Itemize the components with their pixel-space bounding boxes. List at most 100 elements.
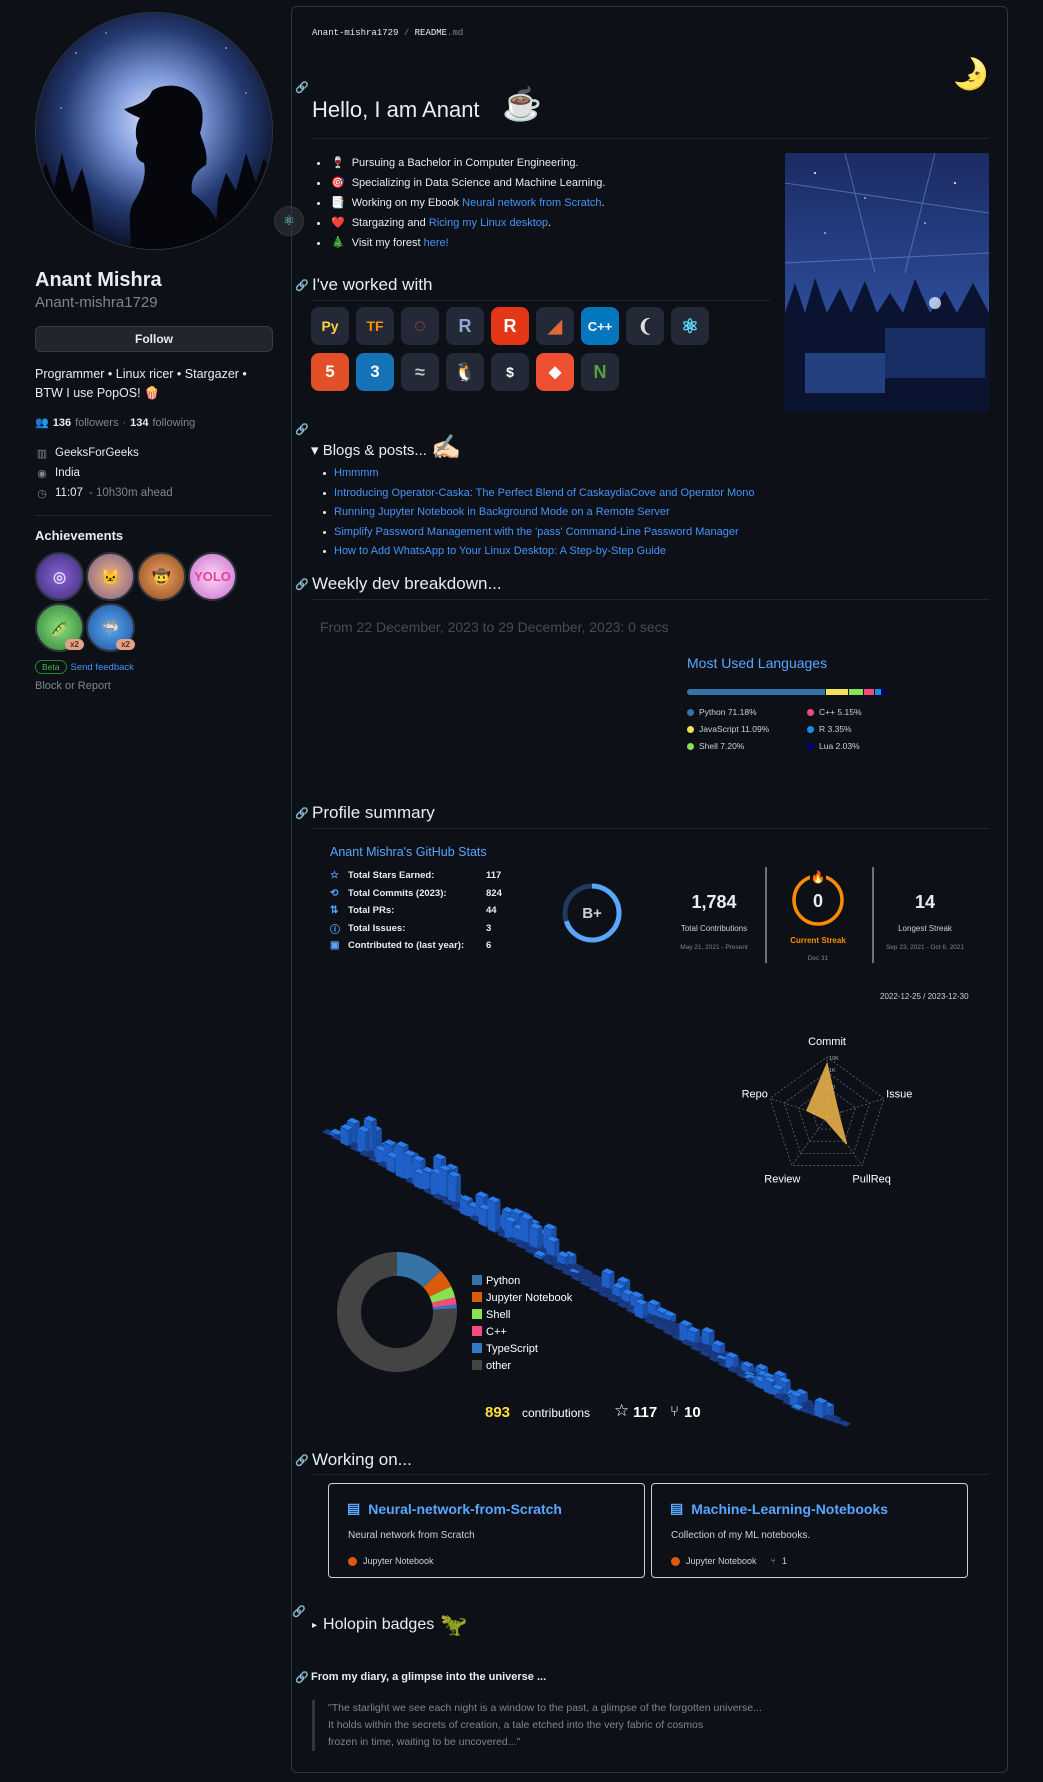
skyline-bar-side bbox=[487, 1199, 496, 1233]
anchor-link-icon[interactable]: 🔗 bbox=[295, 279, 309, 292]
language-legend-item: C++ 5.15% bbox=[807, 707, 907, 717]
bullet-emoji: ❤️ bbox=[331, 217, 345, 229]
writing-hand-icon: ✍🏻 bbox=[431, 434, 461, 461]
diary-title: From my diary, a glimpse into the univer… bbox=[311, 1671, 547, 1683]
stat-row: ⟲ Total Commits (2023): 824 bbox=[330, 887, 502, 899]
repo-card[interactable]: ▤ Neural-network-from-Scratch Neural netw… bbox=[328, 1483, 645, 1578]
repo-card[interactable]: ▤ Machine-Learning-Notebooks Collection o… bbox=[651, 1483, 968, 1578]
forest-link[interactable]: here! bbox=[424, 237, 449, 249]
donut-legend-swatch bbox=[472, 1326, 482, 1336]
donut-legend-label: other bbox=[486, 1360, 511, 1372]
mysql-icon[interactable]: ≈ bbox=[401, 353, 439, 391]
following-count[interactable]: 134 bbox=[130, 417, 148, 429]
bullet-emoji: 🎯 bbox=[331, 177, 345, 189]
git-icon[interactable]: ◆ bbox=[536, 353, 574, 391]
anchor-link-icon[interactable]: 🔗 bbox=[295, 807, 309, 820]
terminal-icon[interactable]: $ bbox=[491, 353, 529, 391]
anchor-link-icon[interactable]: 🔗 bbox=[295, 81, 309, 94]
language-bar-segment bbox=[687, 689, 826, 695]
avatar[interactable] bbox=[35, 12, 273, 250]
readme-title: Hello, I am Anant bbox=[312, 97, 480, 122]
rust-icon[interactable]: R bbox=[491, 307, 529, 345]
blog-link[interactable]: How to Add WhatsApp to Your Linux Deskto… bbox=[334, 542, 666, 562]
blogs-summary-toggle[interactable]: ▾ Blogs & posts... ✍🏻 bbox=[311, 433, 461, 462]
anchor-link-icon[interactable]: 🔗 bbox=[292, 1605, 306, 1618]
list-item: ❤️ Stargazing and Ricing my Linux desktop… bbox=[317, 213, 605, 233]
html5-icon[interactable]: 5 bbox=[311, 353, 349, 391]
separator: · bbox=[122, 416, 127, 429]
neovim-icon[interactable]: N bbox=[581, 353, 619, 391]
achievements-title[interactable]: Achievements bbox=[35, 528, 273, 543]
bio-line: Programmer • Linux ricer • Stargazer • bbox=[35, 367, 247, 381]
achievement-quickdraw[interactable]: 🤠 bbox=[137, 552, 186, 601]
following-label[interactable]: following bbox=[153, 417, 196, 429]
time-offset: - 10h30m ahead bbox=[88, 487, 173, 499]
anchor-link-icon[interactable]: 🔗 bbox=[295, 578, 309, 591]
skyline-range: 2022-12-25 / 2023-12-30 bbox=[880, 992, 969, 1001]
skyline-bar-side bbox=[395, 1144, 404, 1179]
bullet-emoji: 🍷 bbox=[331, 157, 345, 169]
bash-shell-icon[interactable]: ❨ bbox=[626, 307, 664, 345]
achievement-yolo[interactable]: YOLO bbox=[188, 552, 237, 601]
blog-link[interactable]: Introducing Operator-Caska: The Perfect … bbox=[334, 484, 754, 504]
total-contributions-label: Total Contributions bbox=[681, 924, 747, 933]
send-feedback-link[interactable]: Send feedback bbox=[71, 662, 134, 673]
location: India bbox=[55, 467, 80, 479]
cpp-icon[interactable]: C++ bbox=[581, 307, 619, 345]
rank-grade: B+ bbox=[582, 905, 602, 922]
quote-line: It holds within the secrets of creation,… bbox=[328, 1719, 704, 1731]
bullet-text: Stargazing and Ricing my Linux desktop. bbox=[351, 217, 552, 229]
python-icon[interactable]: Py bbox=[311, 307, 349, 345]
longest-streak-range: Sep 23, 2021 - Oct 6, 2021 bbox=[886, 944, 964, 951]
blog-link[interactable]: Simplify Password Management with the 'p… bbox=[334, 523, 739, 543]
anchor-link-icon[interactable]: 🔗 bbox=[295, 1454, 309, 1467]
language-bar-segment bbox=[826, 689, 848, 695]
css3-icon[interactable]: 3 bbox=[356, 353, 394, 391]
rank-ring: B+ bbox=[562, 883, 622, 943]
react-icon[interactable]: ⚛ bbox=[671, 307, 709, 345]
languages-title: Most Used Languages bbox=[687, 655, 828, 671]
list-item: 🎯 Specializing in Data Science and Machin… bbox=[317, 173, 605, 193]
holopin-summary-toggle[interactable]: ▸ Holopin badges 🦖 bbox=[312, 1612, 468, 1638]
local-time: 11:07 bbox=[55, 487, 83, 499]
radar-area bbox=[806, 1061, 848, 1145]
achievement-pull-shark[interactable]: 🦈 x2 bbox=[86, 603, 135, 652]
pytorch-icon[interactable]: ◌ bbox=[401, 307, 439, 345]
repo-name[interactable]: Machine-Learning-Notebooks bbox=[691, 1501, 888, 1517]
achievement-pair-extraordinaire[interactable]: 🫛 x2 bbox=[35, 603, 84, 652]
blog-link[interactable]: Hmmmm bbox=[334, 464, 379, 484]
breadcrumb-user[interactable]: Anant-mishra1729 bbox=[312, 28, 398, 38]
languages-bar bbox=[687, 689, 887, 695]
achievement-pull-shark-cat[interactable]: 🐱 bbox=[86, 552, 135, 601]
breadcrumb-file[interactable]: README bbox=[415, 28, 447, 38]
coffee-icon: ☕ bbox=[502, 86, 542, 122]
blog-link[interactable]: Running Jupyter Notebook in Background M… bbox=[334, 503, 670, 523]
ebook-link[interactable]: Neural network from Scratch bbox=[462, 197, 601, 209]
bullet-text: Specializing in Data Science and Machine… bbox=[351, 177, 606, 189]
total-contributions-range: May 21, 2021 - Present bbox=[680, 944, 748, 951]
stat-row: ⇅ Total PRs: 44 bbox=[330, 905, 497, 917]
block-or-report-link[interactable]: Block or Report bbox=[35, 680, 273, 692]
matlab-icon[interactable]: ◢ bbox=[536, 307, 574, 345]
r-lang-icon[interactable]: R bbox=[446, 307, 484, 345]
stat-row: ⓘ Total Issues: 3 bbox=[330, 922, 492, 936]
followers-count[interactable]: 136 bbox=[53, 417, 71, 429]
linux-icon[interactable]: 🐧 bbox=[446, 353, 484, 391]
followers-label[interactable]: followers bbox=[75, 417, 118, 429]
radar-scale-label: 10K bbox=[829, 1056, 839, 1062]
repo-name[interactable]: Neural-network-from-Scratch bbox=[368, 1501, 562, 1517]
repo-language: Jupyter Notebook bbox=[348, 1556, 434, 1566]
contribution-count: 893 bbox=[485, 1404, 510, 1421]
achievement-galaxy-brain[interactable]: ◎ bbox=[35, 552, 84, 601]
anchor-link-icon[interactable]: 🔗 bbox=[295, 423, 309, 436]
stats-title: Anant Mishra's GitHub Stats bbox=[330, 845, 487, 859]
follow-button[interactable]: Follow bbox=[35, 326, 273, 352]
bullet-emoji: 🎄 bbox=[331, 237, 345, 249]
language-bar-segment bbox=[863, 689, 874, 695]
language-bar-segment bbox=[882, 689, 886, 695]
tensorflow-icon[interactable]: TF bbox=[356, 307, 394, 345]
longest-streak: 14 bbox=[915, 892, 935, 912]
ricing-link[interactable]: Ricing my Linux desktop bbox=[429, 217, 548, 229]
diary-quote: "The starlight we see each night is a wi… bbox=[312, 1700, 832, 1751]
anchor-link-icon[interactable]: 🔗 bbox=[295, 1671, 309, 1684]
